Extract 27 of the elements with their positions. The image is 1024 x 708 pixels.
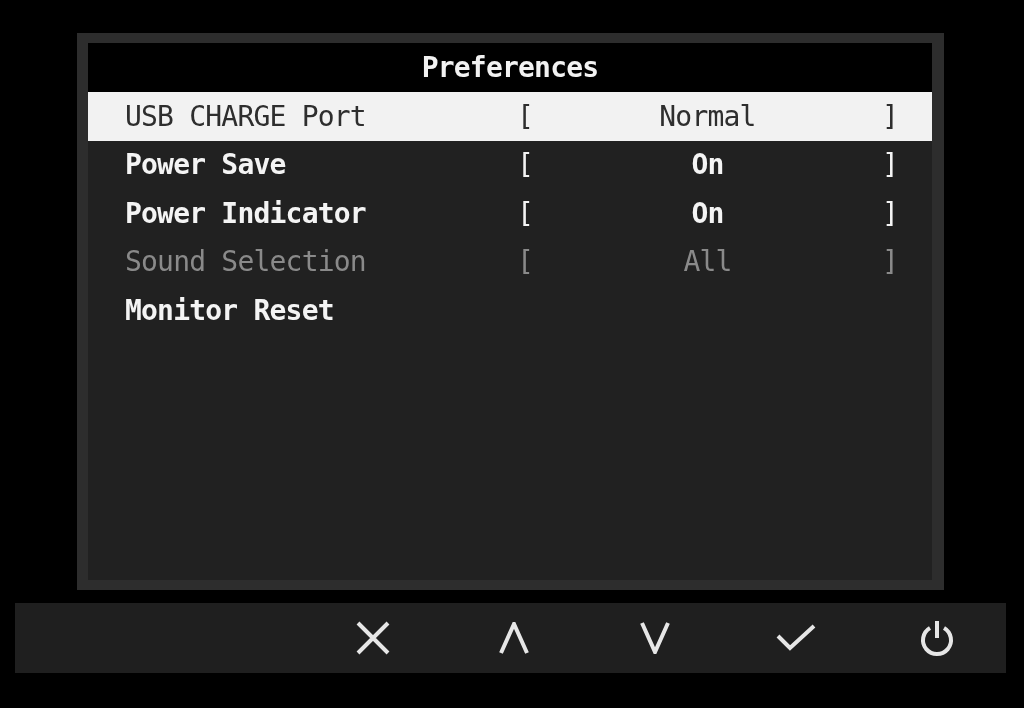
close-bracket: ]: [880, 148, 900, 182]
menu-item[interactable]: Monitor Reset: [88, 286, 932, 335]
caret-up-icon: [499, 622, 529, 654]
close-bracket: ]: [880, 196, 900, 230]
open-bracket: [: [515, 148, 535, 182]
open-bracket: [: [515, 99, 535, 133]
close-bracket: ]: [880, 245, 900, 279]
menu-item[interactable]: Power Indicator [ On ]: [88, 189, 932, 238]
open-bracket: [: [515, 196, 535, 230]
setting-value: Normal: [659, 99, 756, 133]
setting-label: USB CHARGE Port: [125, 99, 366, 133]
menu-item[interactable]: Power Save [ On ]: [88, 140, 932, 189]
setting-label: Sound Selection: [125, 245, 366, 279]
open-bracket: [: [515, 245, 535, 279]
action-label: Monitor Reset: [125, 293, 334, 327]
setting-label: Power Save: [125, 148, 286, 182]
menu-title: Preferences: [421, 51, 599, 84]
setting-value: All: [683, 245, 732, 279]
close-icon: [356, 621, 390, 655]
setting-value: On: [691, 196, 724, 230]
close-bracket: ]: [880, 99, 900, 133]
menu-item[interactable]: USB CHARGE Port [ Normal ]: [88, 92, 932, 141]
caret-down-icon: [640, 622, 670, 654]
setting-value: On: [691, 148, 724, 182]
power-icon: [919, 619, 955, 657]
setting-label: Power Indicator: [125, 196, 366, 230]
check-icon: [776, 624, 816, 652]
